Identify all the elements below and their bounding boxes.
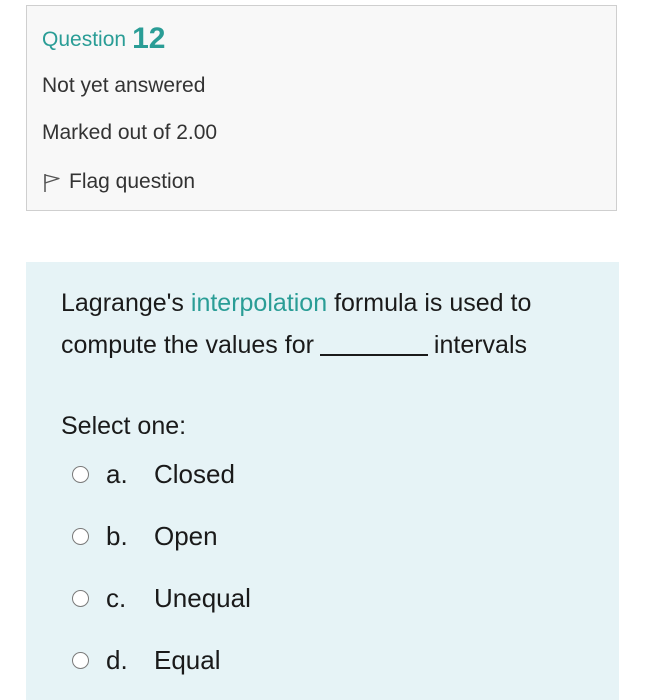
- option-b-letter: b.: [106, 521, 128, 551]
- option-d-label[interactable]: Equal: [154, 644, 221, 676]
- option-b-radio[interactable]: [72, 527, 89, 545]
- flag-question-label: Flag question: [69, 170, 196, 193]
- question-text-after: intervals: [433, 331, 528, 359]
- option-b-label[interactable]: Open: [154, 520, 218, 552]
- option-d-radio[interactable]: [72, 651, 89, 669]
- flag-question-link[interactable]: Flag question: [42, 169, 195, 195]
- question-content-panel: Lagrange's interpolation formula is used…: [26, 262, 619, 700]
- question-state: Not yet answered: [42, 74, 206, 97]
- option-a[interactable]: a. Closed: [72, 458, 235, 490]
- question-heading: Question 12: [42, 24, 165, 55]
- option-c-label[interactable]: Unequal: [154, 582, 251, 614]
- option-a-label[interactable]: Closed: [154, 458, 235, 490]
- flag-icon: [41, 171, 63, 193]
- question-info-panel: Question 12 Not yet answered Marked out o…: [26, 5, 617, 211]
- question-text: Lagrange's interpolation formula is used…: [61, 282, 606, 366]
- option-c-letter: c.: [106, 583, 127, 613]
- question-grade: Marked out of 2.00: [42, 121, 218, 144]
- question-number: 12: [132, 22, 166, 55]
- question-text-before: Lagrange's: [61, 289, 184, 317]
- answer-blank: [319, 330, 428, 356]
- question-label: Question: [42, 28, 127, 51]
- option-d-letter: d.: [106, 645, 128, 675]
- select-one-prompt: Select one:: [61, 412, 187, 440]
- option-a-letter: a.: [106, 459, 128, 489]
- option-c-radio[interactable]: [72, 589, 89, 607]
- option-b[interactable]: b. Open: [72, 520, 218, 552]
- option-c[interactable]: c. Unequal: [72, 582, 251, 614]
- option-a-radio[interactable]: [72, 465, 89, 483]
- interpolation-link[interactable]: interpolation: [191, 289, 327, 317]
- option-d[interactable]: d. Equal: [72, 644, 221, 676]
